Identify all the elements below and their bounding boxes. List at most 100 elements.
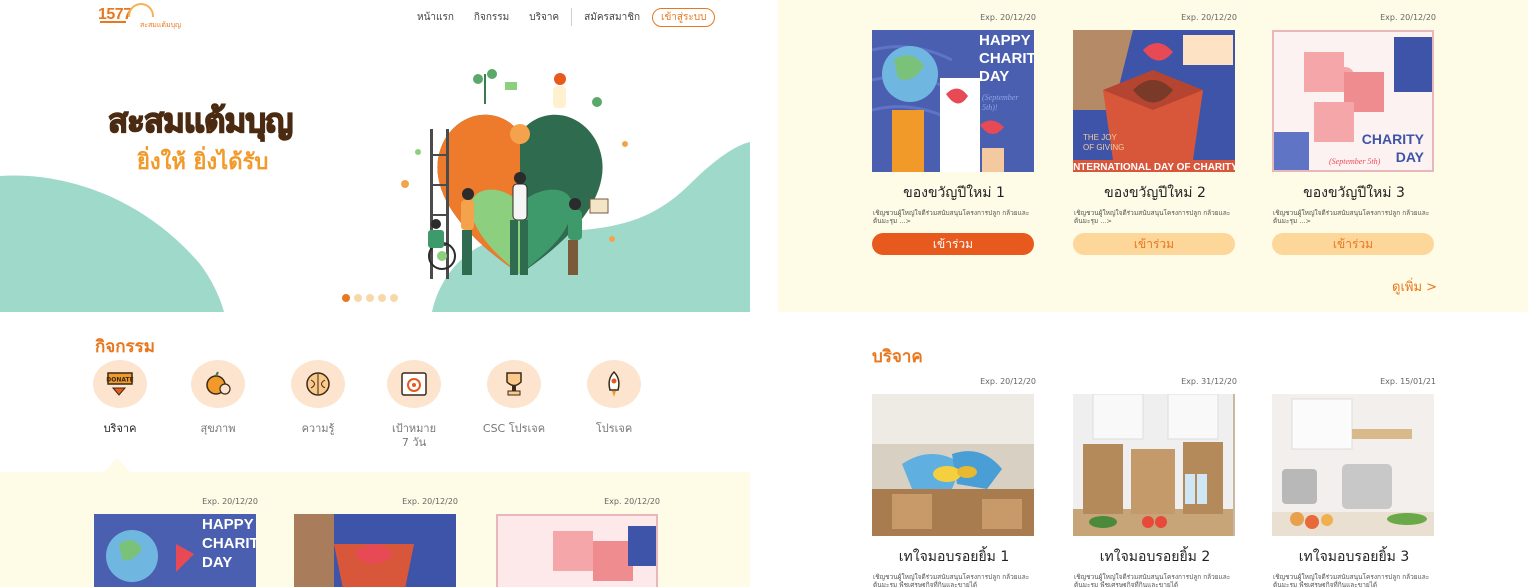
carousel-dot-1[interactable] — [342, 294, 350, 302]
card-description: เชิญชวนผู้ใหญ่ใจดีร่วมสนับสนุนโครงการปลู… — [1074, 573, 1231, 587]
nav-register[interactable]: สมัครสมาชิก — [584, 10, 640, 25]
expiry-date: Exp. 20/12/20 — [402, 497, 458, 506]
event-card-1[interactable]: Exp. 20/12/20 HAPPY CHARITY DAY (Septemb… — [872, 12, 1036, 255]
join-button[interactable]: เข้าร่วม — [1272, 233, 1434, 255]
login-button[interactable]: เข้าสู่ระบบ — [652, 7, 716, 27]
donation-card-1[interactable]: Exp. 20/12/20 เทใจมอบรอยยิ้ม 1 เชิญชวนผู… — [872, 376, 1036, 587]
donation-section-title: บริจาค — [872, 347, 923, 367]
nav-activities[interactable]: กิจกรรม — [474, 10, 509, 25]
category-label: ความรู้ — [301, 422, 335, 435]
active-category-pointer — [104, 458, 130, 472]
category-project[interactable]: โปรเจค — [574, 360, 654, 436]
hero-illustration — [0, 69, 750, 312]
category-label: CSC โปรเจค — [482, 422, 546, 435]
events-section: Exp. 20/12/20 HAPPY CHARITY DAY (Septemb… — [778, 0, 1528, 312]
card-image — [496, 514, 658, 587]
card-title: ของขวัญปีใหม่ 2 — [1104, 185, 1206, 201]
event-card-3[interactable]: Exp. 20/12/20 CHARITY DAY (September 5th… — [1272, 12, 1436, 255]
svg-text:HAPPY: HAPPY — [202, 516, 254, 533]
knowledge-brain-icon — [291, 360, 345, 408]
card-title: เทใจมอบรอยยิ้ม 2 — [1099, 549, 1211, 565]
carousel-dot-4[interactable] — [378, 294, 386, 302]
card-title: ของขวัญปีใหม่ 3 — [1303, 185, 1405, 201]
target-calendar-icon — [387, 360, 441, 408]
nav-divider — [571, 8, 573, 26]
sun-icon — [128, 3, 154, 17]
join-button[interactable]: เข้าร่วม — [872, 233, 1034, 255]
card-description: เชิญชวนผู้ใหญ่ใจดีร่วมสนับสนุนโครงการปลู… — [1074, 209, 1231, 225]
expiry-date: Exp. 20/12/20 — [604, 497, 660, 506]
expiry-date: Exp. 20/12/20 — [1380, 13, 1436, 22]
svg-text:INTERNATIONAL DAY OF CHARITY: INTERNATIONAL DAY OF CHARITY — [1073, 162, 1235, 172]
card-image: THE JOY OF GIVING INTERNATIONAL DAY OF C… — [1073, 30, 1235, 172]
card-image — [1272, 394, 1434, 536]
carousel-dot-3[interactable] — [366, 294, 374, 302]
card-title: ของขวัญปีใหม่ 1 — [903, 185, 1005, 201]
activity-mini-card-1[interactable]: Exp. 20/12/20 HAPPY CHARITY DAY — [94, 496, 258, 587]
svg-text:DAY: DAY — [979, 68, 1009, 85]
svg-text:DONATE: DONATE — [106, 377, 133, 384]
svg-text:OF GIVING: OF GIVING — [1083, 143, 1124, 152]
expiry-date: Exp. 20/12/20 — [1181, 13, 1237, 22]
donation-card-2[interactable]: Exp. 31/12/20 เทใจมอบรอยยิ้ม 2 เชิญชวนผู… — [1073, 376, 1237, 587]
card-image — [294, 514, 456, 587]
card-title: เทใจมอบรอยยิ้ม 3 — [1298, 549, 1410, 565]
category-label: เป้าหมาย 7 วัน — [391, 422, 437, 449]
nav-home[interactable]: หน้าแรก — [417, 10, 454, 25]
card-title: เทใจมอบรอยยิ้ม 1 — [898, 549, 1010, 565]
svg-text:5th)!: 5th)! — [982, 103, 998, 112]
category-health[interactable]: สุขภาพ — [178, 360, 258, 436]
expiry-date: Exp. 15/01/21 — [1380, 377, 1436, 386]
carousel-dot-2[interactable] — [354, 294, 362, 302]
expiry-date: Exp. 20/12/20 — [202, 497, 258, 506]
svg-text:DAY: DAY — [202, 554, 232, 571]
health-apple-icon — [191, 360, 245, 408]
home-page-panel: 1577 สะสมแต้มบุญ หน้าแรก กิจกรรม บริจาค … — [0, 0, 750, 587]
category-label: บริจาค — [103, 422, 137, 435]
category-label: สุขภาพ — [200, 422, 236, 435]
join-button[interactable]: เข้าร่วม — [1073, 233, 1235, 255]
card-image: CHARITY DAY (September 5th) — [1272, 30, 1434, 172]
svg-text:(September 5th): (September 5th) — [1329, 157, 1381, 166]
donation-section: บริจาค Exp. 20/12/20 เทใจมอบรอยยิ้ม 1 เช… — [778, 312, 1528, 587]
card-description: เชิญชวนผู้ใหญ่ใจดีร่วมสนับสนุนโครงการปลู… — [1273, 209, 1430, 225]
logo-text: สะสมแต้มบุญ — [140, 21, 181, 29]
see-more-link[interactable]: ดูเพิ่ม > — [1392, 276, 1437, 297]
hero-banner: สะสมแต้มบุญ ยิ่งให้ ยิ่งได้รับ — [0, 34, 750, 312]
svg-text:DAY: DAY — [1396, 149, 1425, 165]
svg-text:CHARITY: CHARITY — [202, 535, 256, 552]
card-description: เชิญชวนผู้ใหญ่ใจดีร่วมสนับสนุนโครงการปลู… — [873, 209, 1030, 225]
hero-subtitle: ยิ่งให้ ยิ่งได้รับ — [137, 150, 269, 175]
activity-mini-card-3[interactable]: Exp. 20/12/20 — [496, 496, 660, 587]
expiry-date: Exp. 31/12/20 — [1181, 377, 1237, 386]
expiry-date: Exp. 20/12/20 — [980, 13, 1036, 22]
site-header: 1577 สะสมแต้มบุญ หน้าแรก กิจกรรม บริจาค … — [0, 0, 750, 34]
donate-icon: DONATE — [93, 360, 147, 408]
svg-text:CHARITY: CHARITY — [1362, 131, 1425, 147]
card-description: เชิญชวนผู้ใหญ่ใจดีร่วมสนับสนุนโครงการปลู… — [873, 573, 1030, 587]
svg-text:CHARITY: CHARITY — [979, 50, 1034, 67]
activity-mini-card-2[interactable]: Exp. 20/12/20 — [294, 496, 458, 587]
category-goal-7-days[interactable]: เป้าหมาย 7 วัน — [374, 360, 454, 450]
carousel-dot-5[interactable] — [390, 294, 398, 302]
carousel-dots — [342, 294, 398, 302]
category-knowledge[interactable]: ความรู้ — [278, 360, 358, 436]
category-label: โปรเจค — [595, 422, 633, 435]
site-logo[interactable]: 1577 สะสมแต้มบุญ — [98, 3, 198, 31]
cart-icon — [100, 21, 126, 27]
category-donate[interactable]: DONATE บริจาค — [80, 360, 160, 436]
trophy-icon — [487, 360, 541, 408]
activity-categories: DONATE บริจาค สุขภาพ ความรู้ เป้าหมาย 7 … — [80, 360, 670, 460]
card-image — [872, 394, 1034, 536]
svg-text:THE JOY: THE JOY — [1083, 133, 1117, 142]
expiry-date: Exp. 20/12/20 — [980, 377, 1036, 386]
nav-donate[interactable]: บริจาค — [529, 10, 559, 25]
hero-title: สะสมแต้มบุญ — [107, 100, 294, 141]
category-csc-project[interactable]: CSC โปรเจค — [474, 360, 554, 436]
rocket-icon — [587, 360, 641, 408]
art-text: HAPPY — [979, 32, 1031, 49]
card-image: HAPPY CHARITY DAY (September 5th)! — [872, 30, 1034, 172]
card-image: HAPPY CHARITY DAY — [94, 514, 256, 587]
event-card-2[interactable]: Exp. 20/12/20 THE JOY OF GIVING INTERNAT… — [1073, 12, 1237, 255]
donation-card-3[interactable]: Exp. 15/01/21 เทใจมอบรอยยิ้ม 3 เชิญชวนผู… — [1272, 376, 1436, 587]
